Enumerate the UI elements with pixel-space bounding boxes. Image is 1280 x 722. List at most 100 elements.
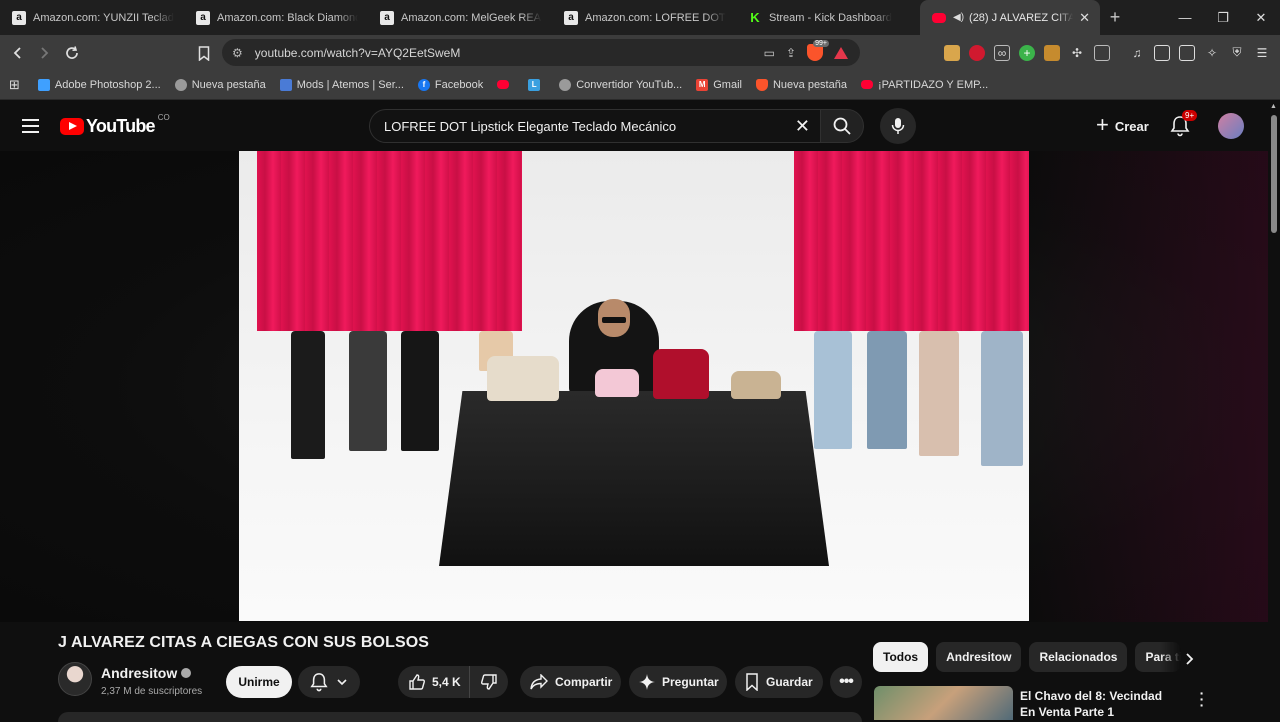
bookmark-item[interactable]: Mods | Atemos | Ser... xyxy=(279,78,404,91)
chevron-right-icon[interactable] xyxy=(1178,648,1200,670)
tab-search-icon[interactable] xyxy=(1094,44,1110,61)
scroll-up-icon[interactable]: ▲ xyxy=(1270,103,1277,110)
bookmark-item[interactable]: Convertidor YouTub... xyxy=(559,78,682,91)
extensions-area: ∞ + ✣ ♫ ✧ ⛨ ☰ xyxy=(944,35,1280,70)
save-label: Guardar xyxy=(766,675,813,689)
vpn-icon[interactable]: ⛨ xyxy=(1229,45,1245,61)
close-window-icon[interactable]: ✕ xyxy=(1242,0,1280,35)
bag-item xyxy=(653,349,709,399)
country-code: CO xyxy=(157,113,170,122)
sidebar-icon[interactable] xyxy=(1154,44,1170,61)
black-table xyxy=(439,391,829,566)
extension-red-icon[interactable] xyxy=(969,44,985,61)
bookmark-item[interactable]: Nueva pestaña xyxy=(174,78,266,91)
browser-tab[interactable]: a Amazon.com: MelGeek REAL67 xyxy=(368,0,552,35)
recommended-title[interactable]: El Chavo del 8: Vecindad En Venta Parte … xyxy=(1020,688,1180,720)
more-vertical-icon[interactable]: · · · xyxy=(1195,686,1209,712)
voice-search-button[interactable] xyxy=(880,108,916,144)
restore-icon[interactable]: ❐ xyxy=(1204,0,1242,35)
scrollbar-thumb[interactable] xyxy=(1271,115,1277,233)
speaker-icon[interactable]: ◀) xyxy=(953,12,964,23)
extension-mask-icon[interactable]: ∞ xyxy=(994,44,1010,61)
chip-related[interactable]: Relacionados xyxy=(1029,642,1128,672)
plus-icon: + xyxy=(1096,112,1109,137)
youtube-logo[interactable]: YouTube CO xyxy=(60,113,170,137)
account-avatar[interactable] xyxy=(1218,113,1244,139)
like-button[interactable]: 5,4 K xyxy=(398,666,470,698)
bookmark-item[interactable]: f Facebook xyxy=(417,78,484,91)
channel-name[interactable]: Andresitow xyxy=(101,665,192,681)
puzzle-icon[interactable]: ✣ xyxy=(1069,45,1085,61)
search-button[interactable] xyxy=(820,109,864,143)
app-menu-icon[interactable]: ☰ xyxy=(1254,45,1270,61)
extension-orange-icon[interactable] xyxy=(1044,44,1060,61)
description-box[interactable] xyxy=(58,712,862,722)
page-scrollbar[interactable]: ▲ xyxy=(1268,101,1280,720)
bookmark-label: Adobe Photoshop 2... xyxy=(54,78,161,91)
address-bar[interactable]: ⚙ youtube.com/watch?v=AYQ2EetSweM ▭ ⇪ 99… xyxy=(222,39,860,66)
recommended-thumbnail[interactable] xyxy=(874,686,1013,720)
clear-search-icon[interactable]: ✕ xyxy=(795,116,810,137)
channel-avatar[interactable] xyxy=(58,662,92,696)
extension-plus-icon[interactable]: + xyxy=(1019,44,1035,61)
dislike-button[interactable] xyxy=(470,673,508,691)
share-page-icon[interactable]: ⇪ xyxy=(786,46,796,60)
browser-tab-active[interactable]: ◀) (28) J ALVAREZ CITAS A C ✕ xyxy=(920,0,1100,35)
brave-shield-icon[interactable]: 99+ xyxy=(807,40,829,61)
search-input[interactable]: LOFREE DOT Lipstick Elegante Teclado Mec… xyxy=(369,109,820,143)
like-count: 5,4 K xyxy=(432,675,461,689)
tab-title: Amazon.com: LOFREE DOT Lips xyxy=(585,11,726,24)
bookmark-item[interactable]: L xyxy=(528,78,545,91)
back-icon[interactable] xyxy=(6,41,30,65)
browser-tab[interactable]: a Amazon.com: LOFREE DOT Lips xyxy=(552,0,736,35)
browser-tab[interactable]: K Stream - Kick Dashboard xyxy=(736,0,920,35)
brave-rewards-icon[interactable] xyxy=(834,46,848,59)
l-icon: L xyxy=(528,78,541,91)
bookmark-item[interactable]: ¡PARTIDAZO Y EMP... xyxy=(860,79,988,91)
site-info-icon[interactable]: ⚙ xyxy=(232,46,243,60)
chip-todos[interactable]: Todos xyxy=(873,642,929,672)
subscription-bell-button[interactable] xyxy=(298,666,360,698)
browser-tab-strip: a Amazon.com: YUNZII Teclado M a Amazon.… xyxy=(0,0,1280,35)
shield-count: 99+ xyxy=(813,40,829,47)
minimize-icon[interactable]: — xyxy=(1166,0,1204,35)
ask-button[interactable]: Preguntar xyxy=(629,666,727,698)
cast-icon[interactable]: ▭ xyxy=(764,46,775,60)
create-button[interactable]: + Crear xyxy=(1086,110,1159,142)
save-button[interactable]: Guardar xyxy=(735,666,823,698)
bookmark-item[interactable]: Adobe Photoshop 2... xyxy=(37,78,161,91)
forward-icon[interactable] xyxy=(32,41,56,65)
reload-icon[interactable] xyxy=(60,41,84,65)
bookmark-item[interactable]: M Gmail xyxy=(696,78,742,91)
hamburger-menu-icon[interactable] xyxy=(18,114,42,138)
video-player[interactable] xyxy=(239,151,1029,621)
bookmark-label: Gmail xyxy=(713,78,742,91)
chip-for-you[interactable]: Para ti xyxy=(1135,642,1182,672)
new-tab-button[interactable]: + xyxy=(1100,7,1130,28)
browser-tab[interactable]: a Amazon.com: YUNZII Teclado M xyxy=(0,0,184,35)
share-button[interactable]: Compartir xyxy=(520,666,621,698)
share-icon xyxy=(530,674,548,690)
more-actions-button[interactable]: ••• xyxy=(830,666,862,698)
music-icon[interactable]: ♫ xyxy=(1129,45,1145,61)
join-button[interactable]: Unirme xyxy=(226,666,292,698)
bookmark-item[interactable] xyxy=(497,80,514,89)
amazon-icon: a xyxy=(196,10,210,25)
share-label: Compartir xyxy=(555,675,613,689)
bookmark-label: Facebook xyxy=(434,78,484,91)
tab-title: Stream - Kick Dashboard xyxy=(769,11,892,24)
apps-grid-icon[interactable]: ⊞ xyxy=(9,77,20,93)
notifications-button[interactable]: 9+ xyxy=(1170,110,1198,137)
extension-box-icon[interactable] xyxy=(944,44,960,61)
leo-ai-icon[interactable]: ✧ xyxy=(1204,45,1220,61)
tab-title: (28) J ALVAREZ CITAS A C xyxy=(969,11,1074,24)
browser-tab[interactable]: a Amazon.com: Black Diamond RI xyxy=(184,0,368,35)
curtain-right xyxy=(794,151,1029,331)
close-tab-icon[interactable]: ✕ xyxy=(1073,10,1090,26)
chip-channel[interactable]: Andresitow xyxy=(936,642,1022,672)
photoshop-icon xyxy=(37,78,50,91)
bookmark-icon[interactable] xyxy=(192,41,216,65)
bookmark-item[interactable]: Nueva pestaña xyxy=(755,78,847,91)
aternos-icon xyxy=(279,78,292,91)
wallet-icon[interactable] xyxy=(1179,44,1195,61)
